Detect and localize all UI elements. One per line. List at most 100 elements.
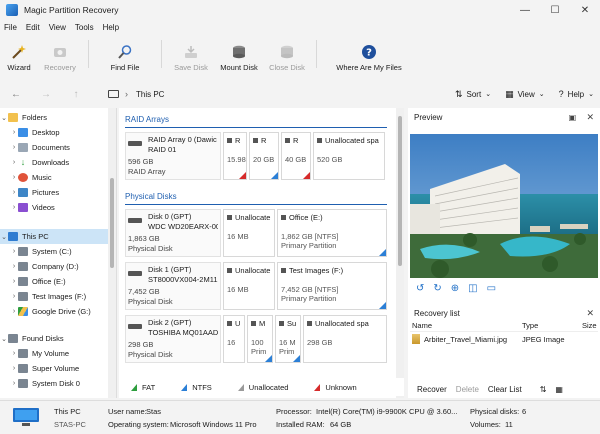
column-size[interactable]: Size (582, 321, 598, 330)
partition-block[interactable]: Test Images (F:) 7,452 GB [NTFS] Primary… (277, 262, 387, 310)
clear-list-button[interactable]: Clear List (488, 385, 522, 394)
chevron-right-icon[interactable]: › (10, 248, 18, 255)
tree-item-drive-d[interactable]: › Company (D:) (0, 259, 116, 274)
chevron-right-icon[interactable]: › (10, 293, 18, 300)
close-disk-icon (281, 45, 293, 59)
tree-item-drive-g[interactable]: › Google Drive (G:) (0, 304, 116, 319)
raid-array-row[interactable]: RAID Array 0 (Dawic RAID 01 596 GB RAID A… (125, 132, 404, 180)
rotate-left-icon[interactable]: ↺ (416, 283, 424, 294)
disk-info[interactable]: Disk 1 (GPT) ST8000VX004-2M11 7,452 GB Ph… (125, 262, 221, 310)
up-button[interactable]: ↑ (66, 89, 86, 100)
tree-this-pc[interactable]: ⌄ This PC (0, 229, 116, 244)
address-bar[interactable]: › This PC (100, 85, 400, 103)
help-button[interactable]: ? Help ⌄ (559, 89, 594, 99)
save-disk-button[interactable]: Save Disk (168, 36, 214, 72)
chevron-down-icon[interactable]: ⌄ (0, 233, 8, 241)
chevron-right-icon[interactable]: › (10, 174, 18, 181)
fit-icon[interactable]: ◫ (468, 283, 477, 294)
unallocated-block[interactable]: Unallocated spa 520 GB (313, 132, 385, 180)
disk-row[interactable]: Disk 1 (GPT) ST8000VX004-2M11 7,452 GB Ph… (125, 262, 404, 310)
close-icon[interactable]: ✕ (586, 308, 594, 319)
tree-item-downloads[interactable]: › ↓ Downloads (0, 155, 116, 170)
preview-image (410, 134, 598, 278)
mount-disk-button[interactable]: Mount Disk (214, 36, 264, 72)
tree-folders[interactable]: ⌄ Folders (0, 110, 116, 125)
chevron-right-icon[interactable]: › (10, 263, 18, 270)
menu-view[interactable]: View (49, 23, 66, 32)
tree-item-videos[interactable]: › Videos (0, 200, 116, 215)
unallocated-block[interactable]: Unallocate 16 MB (223, 262, 275, 310)
chevron-right-icon[interactable]: › (10, 380, 18, 387)
chevron-right-icon[interactable]: › (10, 129, 18, 136)
unallocated-block[interactable]: Unallocated spa 298 GB (303, 315, 387, 363)
chevron-right-icon[interactable]: › (10, 189, 18, 196)
chevron-right-icon[interactable]: › (10, 278, 18, 285)
tree-scrollbar[interactable] (108, 108, 116, 398)
tree-item-system-disk-0[interactable]: › System Disk 0 (0, 376, 116, 391)
back-button[interactable]: ← (6, 89, 26, 100)
tree-item-my-volume[interactable]: › My Volume (0, 346, 116, 361)
disk-icon (128, 271, 142, 276)
partition-block[interactable]: M 100 Prim (247, 315, 273, 363)
disk-list-scrollbar[interactable] (396, 108, 404, 398)
sort-button[interactable]: ⇅ Sort ⌄ (455, 89, 491, 100)
menu-help[interactable]: Help (103, 23, 119, 32)
maximize-button[interactable]: ☐ (540, 0, 570, 20)
chevron-right-icon[interactable]: › (10, 204, 18, 211)
tree-found-disks[interactable]: ⌄ Found Disks (0, 331, 116, 346)
tree-item-drive-e[interactable]: › Office (E:) (0, 274, 116, 289)
disk-row[interactable]: Disk 2 (GPT) TOSHIBA MQ01AAD 298 GB Physi… (125, 315, 404, 363)
tree-item-drive-f[interactable]: › Test Images (F:) (0, 289, 116, 304)
sort-icon[interactable]: ⇅ (540, 385, 547, 394)
tree-item-super-volume[interactable]: › Super Volume (0, 361, 116, 376)
close-disk-button[interactable]: Close Disk (264, 36, 310, 72)
column-type[interactable]: Type (522, 321, 582, 330)
tree-item-pictures[interactable]: › Pictures (0, 185, 116, 200)
tree-item-desktop[interactable]: › Desktop (0, 125, 116, 140)
disk-info[interactable]: Disk 2 (GPT) TOSHIBA MQ01AAD 298 GB Physi… (125, 315, 221, 363)
chevron-down-icon[interactable]: ⌄ (0, 114, 8, 122)
view-button[interactable]: ▦ View ⌄ (505, 89, 545, 100)
forward-button[interactable]: → (36, 89, 56, 100)
wizard-button[interactable]: Wizard (0, 36, 38, 72)
unallocated-block[interactable]: Unallocate 16 MB (223, 209, 275, 257)
tree-item-documents[interactable]: › Documents (0, 140, 116, 155)
menu-edit[interactable]: Edit (26, 23, 40, 32)
flip-icon[interactable]: ⊕ (451, 283, 459, 294)
recovery-button[interactable]: Recovery (38, 36, 82, 72)
chevron-right-icon[interactable]: › (10, 159, 18, 166)
close-button[interactable]: ✕ (570, 0, 600, 20)
table-row[interactable]: Arbiter_Travel_Miami.jpg JPEG Image (410, 332, 598, 346)
chevron-right-icon[interactable]: › (10, 144, 18, 151)
partition-block[interactable]: Office (E:) 1,862 GB [NTFS] Primary Part… (277, 209, 387, 257)
minimize-button[interactable]: — (510, 0, 540, 20)
close-icon[interactable]: ✕ (586, 112, 594, 122)
chevron-down-icon[interactable]: ⌄ (0, 335, 8, 343)
chevron-right-icon[interactable]: › (10, 365, 18, 372)
column-name[interactable]: Name (410, 321, 522, 330)
app-logo-icon (6, 4, 18, 16)
where-are-my-files-button[interactable]: ? Where Are My Files (323, 36, 415, 72)
disk-row[interactable]: Disk 0 (GPT) WDC WD20EARX-00 1,863 GB Phy… (125, 209, 404, 257)
menu-file[interactable]: File (4, 23, 17, 32)
recover-button[interactable]: Recover (417, 385, 447, 394)
partition-block[interactable]: Su 16 M Prim (275, 315, 301, 363)
partition-block[interactable]: R 20 GB (249, 132, 279, 180)
partition-block[interactable]: R 40 GB (281, 132, 311, 180)
tree-item-music[interactable]: › Music (0, 170, 116, 185)
breadcrumb-this-pc[interactable]: This PC (136, 90, 164, 99)
chevron-right-icon[interactable]: › (10, 350, 18, 357)
menu-tools[interactable]: Tools (75, 23, 94, 32)
fullscreen-icon[interactable]: ▭ (487, 283, 496, 294)
view-icon[interactable]: ▦ (555, 385, 563, 394)
partition-block[interactable]: R 15.98 (223, 132, 247, 180)
chevron-right-icon[interactable]: › (10, 308, 18, 315)
disk-info[interactable]: Disk 0 (GPT) WDC WD20EARX-00 1,863 GB Phy… (125, 209, 221, 257)
rotate-right-icon[interactable]: ↻ (433, 283, 441, 294)
unallocated-block[interactable]: U 16 (223, 315, 245, 363)
delete-button[interactable]: Delete (456, 385, 479, 394)
tree-item-drive-c[interactable]: › System (C:) (0, 244, 116, 259)
pin-icon[interactable]: ▣ (569, 113, 577, 122)
find-file-button[interactable]: Find File (95, 36, 155, 72)
raid-array-info[interactable]: RAID Array 0 (Dawic RAID 01 596 GB RAID A… (125, 132, 221, 180)
